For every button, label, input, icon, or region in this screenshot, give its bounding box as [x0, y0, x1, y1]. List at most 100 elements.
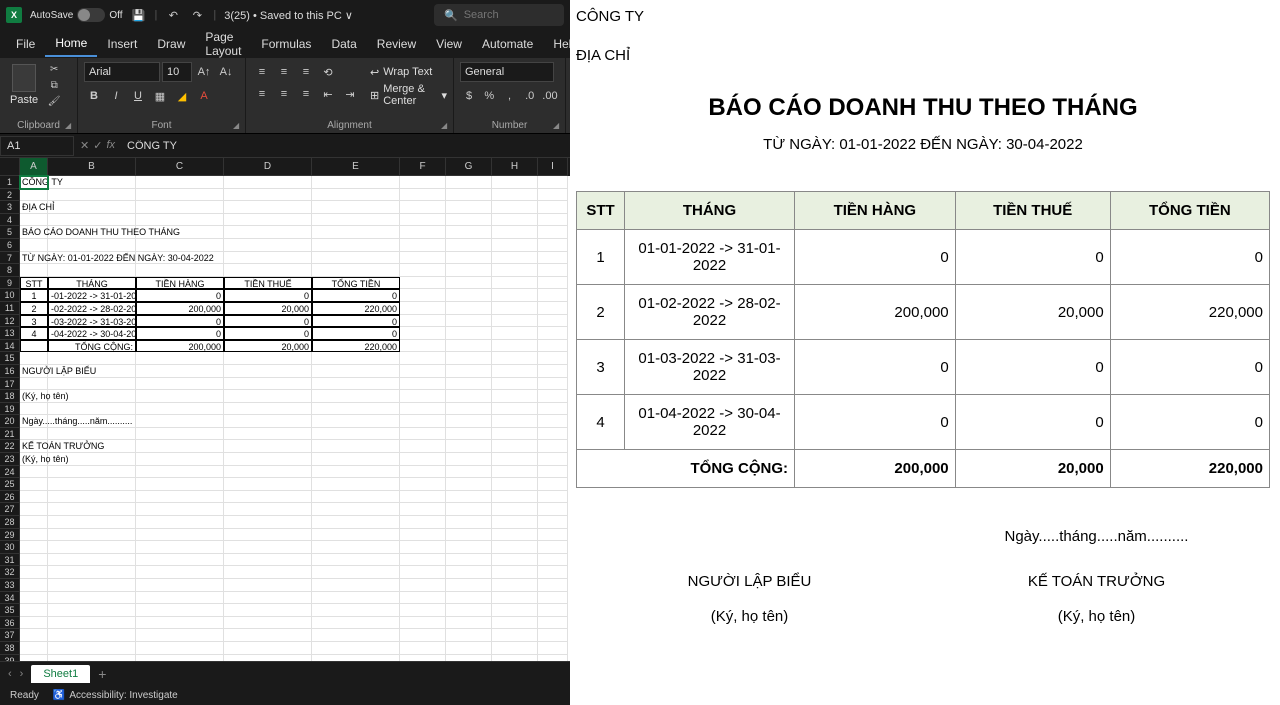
row-header[interactable]: 38 — [0, 642, 20, 655]
dialog-launcher-icon[interactable]: ◢ — [65, 121, 75, 131]
cell[interactable] — [224, 566, 312, 579]
cell[interactable] — [224, 466, 312, 479]
cell[interactable] — [136, 440, 224, 453]
cell[interactable] — [20, 655, 48, 661]
menu-home[interactable]: Home — [45, 31, 97, 57]
cell[interactable] — [446, 466, 492, 479]
col-header-A[interactable]: A — [20, 158, 48, 176]
cell[interactable] — [20, 491, 48, 504]
cell[interactable] — [136, 566, 224, 579]
cell[interactable] — [400, 529, 446, 542]
cell[interactable] — [224, 453, 312, 466]
cell[interactable] — [538, 554, 568, 567]
cell[interactable] — [48, 554, 136, 567]
col-header-I[interactable]: I — [538, 158, 568, 176]
cell[interactable] — [224, 214, 312, 227]
cell[interactable]: (Ký, họ tên) — [20, 390, 48, 403]
row-header[interactable]: 13 — [0, 327, 20, 340]
cell[interactable] — [400, 201, 446, 214]
cell[interactable] — [400, 478, 446, 491]
align-right-icon[interactable]: ≡ — [296, 84, 316, 104]
cell[interactable] — [492, 440, 538, 453]
dialog-launcher-icon[interactable]: ◢ — [233, 121, 243, 131]
cell[interactable] — [20, 466, 48, 479]
cell[interactable] — [400, 440, 446, 453]
cell[interactable] — [136, 478, 224, 491]
cell[interactable] — [224, 365, 312, 378]
undo-icon[interactable]: ↶ — [165, 7, 181, 23]
cell[interactable] — [136, 352, 224, 365]
cell[interactable] — [20, 352, 48, 365]
cell[interactable] — [48, 491, 136, 504]
row-header[interactable]: 15 — [0, 352, 20, 365]
cell[interactable] — [224, 189, 312, 202]
cell[interactable]: TIỀN HÀNG — [136, 277, 224, 290]
row-header[interactable]: 32 — [0, 566, 20, 579]
cell[interactable] — [492, 403, 538, 416]
cell[interactable] — [312, 403, 400, 416]
col-header-G[interactable]: G — [446, 158, 492, 176]
cell[interactable] — [20, 403, 48, 416]
cell[interactable] — [538, 252, 568, 265]
cell[interactable]: Ngày.....tháng.....năm.......... — [20, 415, 48, 428]
row-header[interactable]: 5 — [0, 226, 20, 239]
cell[interactable] — [400, 554, 446, 567]
align-top-icon[interactable]: ≡ — [252, 62, 272, 82]
menu-formulas[interactable]: Formulas — [251, 32, 321, 56]
cell[interactable] — [446, 176, 492, 189]
cell[interactable] — [20, 516, 48, 529]
cell[interactable] — [492, 478, 538, 491]
cell[interactable]: -04-2022 -> 30-04-20 — [48, 327, 136, 340]
cell[interactable] — [446, 440, 492, 453]
row-header[interactable]: 22 — [0, 440, 20, 453]
row-header[interactable]: 34 — [0, 592, 20, 605]
cell[interactable]: 0 — [136, 315, 224, 328]
cell[interactable] — [20, 592, 48, 605]
search-box[interactable]: 🔍 — [434, 4, 564, 26]
cell[interactable] — [20, 579, 48, 592]
cell[interactable] — [538, 478, 568, 491]
cell[interactable] — [400, 453, 446, 466]
row-header[interactable]: 39 — [0, 655, 20, 661]
cell[interactable] — [400, 579, 446, 592]
format-painter-icon[interactable]: 🖌 — [46, 94, 62, 108]
row-header[interactable]: 23 — [0, 453, 20, 466]
cell[interactable] — [446, 629, 492, 642]
cell[interactable] — [446, 453, 492, 466]
cell[interactable] — [224, 201, 312, 214]
cell[interactable] — [48, 503, 136, 516]
cell[interactable] — [20, 604, 48, 617]
cell[interactable] — [492, 352, 538, 365]
cell[interactable] — [492, 264, 538, 277]
cell[interactable] — [48, 264, 136, 277]
cell[interactable] — [538, 176, 568, 189]
cell[interactable] — [312, 592, 400, 605]
row-header[interactable]: 3 — [0, 201, 20, 214]
cell[interactable] — [446, 491, 492, 504]
cell[interactable] — [20, 503, 48, 516]
row-header[interactable]: 2 — [0, 189, 20, 202]
cell[interactable] — [400, 390, 446, 403]
select-all-corner[interactable] — [0, 158, 20, 176]
cell[interactable] — [538, 378, 568, 391]
cell[interactable]: CÔNG TY — [20, 176, 48, 189]
cell[interactable] — [136, 403, 224, 416]
cell[interactable] — [224, 491, 312, 504]
cell[interactable] — [224, 655, 312, 661]
col-header-C[interactable]: C — [136, 158, 224, 176]
cell[interactable] — [538, 201, 568, 214]
cell[interactable] — [20, 629, 48, 642]
cell[interactable] — [492, 604, 538, 617]
underline-button[interactable]: U — [128, 86, 148, 106]
cell[interactable] — [312, 566, 400, 579]
cell[interactable] — [492, 327, 538, 340]
cell[interactable] — [224, 516, 312, 529]
name-box[interactable] — [0, 136, 74, 156]
fill-color-button[interactable]: ◢ — [172, 86, 192, 106]
cell[interactable] — [136, 554, 224, 567]
cell[interactable] — [48, 617, 136, 630]
sheet-tab[interactable]: Sheet1 — [31, 665, 90, 683]
cell[interactable] — [446, 604, 492, 617]
cell[interactable] — [538, 365, 568, 378]
cell[interactable] — [312, 264, 400, 277]
